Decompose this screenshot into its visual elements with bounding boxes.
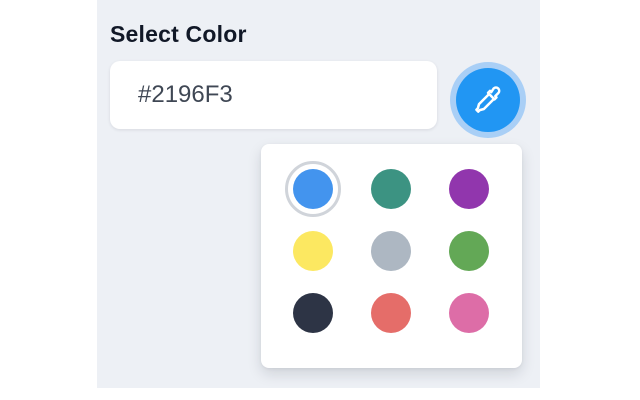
eyedropper-button-face xyxy=(456,68,520,132)
color-swatch-green[interactable] xyxy=(441,223,497,279)
eyedropper-button[interactable] xyxy=(450,62,526,138)
select-color-label: Select Color xyxy=(110,21,247,47)
color-swatch-purple[interactable] xyxy=(441,161,497,217)
color-swatch-dark-navy[interactable] xyxy=(285,285,341,341)
swatch-dot xyxy=(293,169,333,209)
swatch-dot xyxy=(449,231,489,271)
swatch-dot xyxy=(293,231,333,271)
color-swatch-teal[interactable] xyxy=(363,161,419,217)
color-swatch-pink[interactable] xyxy=(441,285,497,341)
color-swatch-gray[interactable] xyxy=(363,223,419,279)
swatch-dot xyxy=(449,293,489,333)
swatch-dot xyxy=(293,293,333,333)
color-swatch-blue[interactable] xyxy=(285,161,341,217)
swatch-dot xyxy=(371,231,411,271)
hex-color-input[interactable] xyxy=(110,61,437,129)
color-swatch-coral-red[interactable] xyxy=(363,285,419,341)
color-swatch-yellow[interactable] xyxy=(285,223,341,279)
color-palette-dropdown xyxy=(261,144,522,368)
swatch-dot xyxy=(449,169,489,209)
swatch-dot xyxy=(371,169,411,209)
eyedropper-icon xyxy=(475,86,501,113)
swatch-dot xyxy=(371,293,411,333)
